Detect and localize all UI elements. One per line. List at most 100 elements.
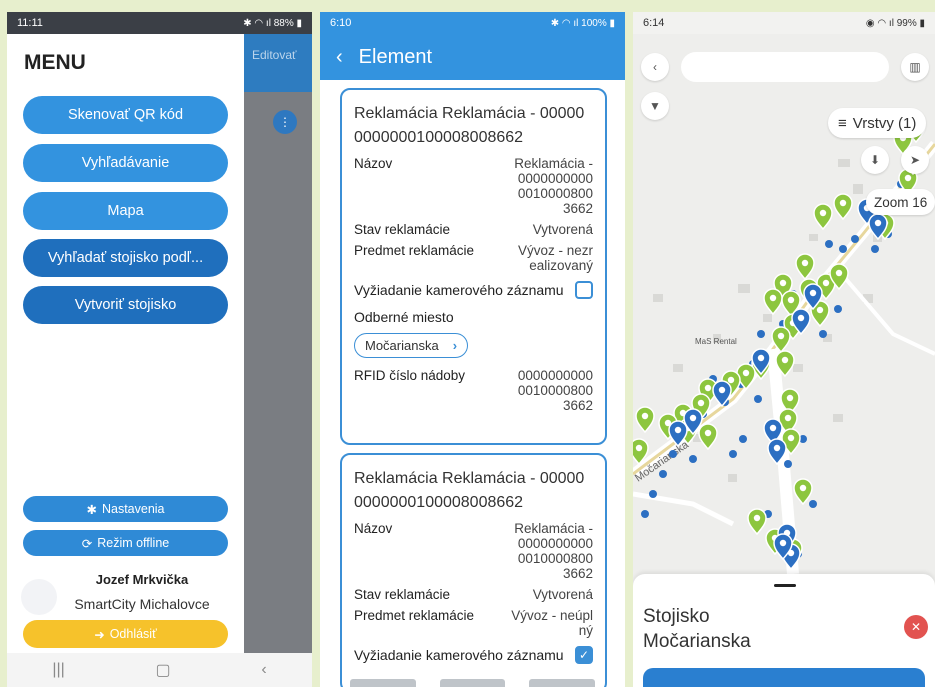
status-bar: 6:10 ✱ ◠ ıl 100% ▮ [320, 12, 625, 34]
offline-mode-button[interactable]: ⟳ Režim offline [23, 530, 228, 556]
menu-title: MENU [24, 51, 86, 74]
back-arrow-icon[interactable]: ‹ [641, 53, 669, 81]
pin-center [742, 369, 750, 377]
edit-link[interactable]: Editovať [244, 34, 312, 92]
status-time: 11:11 [17, 17, 43, 29]
gear-icon: ✱ [86, 502, 97, 517]
zoom-level-label: Zoom 16 [866, 189, 935, 215]
field-row: Názov Reklamácia - 000000000000100008003… [354, 156, 593, 216]
pin-center [641, 412, 649, 420]
camera-record-checkbox-checked[interactable]: ✓ [575, 646, 593, 664]
settings-button[interactable]: ✱ Nastavenia [23, 496, 228, 522]
camera-record-row: Vyžiadanie kamerového záznamu [354, 281, 593, 299]
pin-center [816, 306, 824, 314]
background-screen-overlay[interactable]: Editovať ⋮ [244, 34, 312, 674]
refresh-icon: ⟳ [81, 536, 93, 551]
pin-center [689, 414, 697, 422]
pin-center [797, 314, 805, 322]
pin-center [704, 429, 712, 437]
more-icon[interactable]: ⋮ [273, 110, 297, 134]
status-icons: ✱ ◠ ıl 88% ▮ [243, 17, 302, 29]
pin-center [773, 444, 781, 452]
pin-center [777, 332, 785, 340]
user-name: Jozef Mrkvička [95, 572, 189, 587]
user-organization: SmartCity Michalovce [74, 596, 210, 612]
waste-bin-dot[interactable] [729, 450, 737, 458]
field-row: Stav reklamácie Vytvorená [354, 587, 593, 602]
create-stand-button[interactable]: Vytvoriť stojisko [23, 286, 228, 324]
download-icon[interactable]: ⬇ [861, 146, 889, 174]
pin-center [822, 279, 830, 287]
sheet-primary-button[interactable] [643, 668, 925, 687]
waste-bin-dot[interactable] [754, 395, 762, 403]
complaint-card[interactable]: Reklamácia Reklamácia - 0000000000001000… [340, 453, 607, 687]
map-type-icon[interactable]: ▥ [901, 53, 929, 81]
waste-bin-dot[interactable] [809, 500, 817, 508]
filter-icon[interactable]: ▼ [641, 92, 669, 120]
field-row: Názov Reklamácia - 000000000000100008003… [354, 521, 593, 581]
pin-center [697, 399, 705, 407]
recent-apps-icon[interactable]: ||| [52, 661, 64, 679]
waste-bin-dot[interactable] [689, 455, 697, 463]
waste-bin-dot[interactable] [839, 245, 847, 253]
logout-icon: ➜ [94, 627, 105, 642]
pin-center [779, 539, 787, 547]
camera-record-checkbox[interactable] [575, 281, 593, 299]
waste-bin-dot[interactable] [669, 450, 677, 458]
waste-bin-dot[interactable] [757, 330, 765, 338]
map-button[interactable]: Mapa [23, 192, 228, 230]
back-icon[interactable]: ‹ [261, 661, 266, 679]
pin-center [801, 259, 809, 267]
waste-bin-dot[interactable] [784, 460, 792, 468]
sheet-drag-handle[interactable] [774, 584, 796, 587]
search-button[interactable]: Vyhľadávanie [23, 144, 228, 182]
home-icon[interactable]: ▢ [156, 660, 171, 680]
pin-center [784, 414, 792, 422]
pin-center [704, 384, 712, 392]
map-view[interactable]: MaS Rental Močarianska ‹ ▥ ▼ ≡ Vrstvy (1… [633, 34, 935, 574]
phone-element-screen: 6:10 ✱ ◠ ıl 100% ▮ ‹ Element Reklamácia … [320, 12, 625, 687]
map-search-input[interactable] [681, 52, 889, 82]
pin-center [781, 356, 789, 364]
complaint-card[interactable]: Reklamácia Reklamácia - 0000000000001000… [340, 88, 607, 445]
pin-center [904, 174, 912, 182]
waste-bin-dot[interactable] [649, 490, 657, 498]
bottom-action[interactable] [529, 679, 596, 687]
pin-center [753, 514, 761, 522]
avatar [21, 579, 57, 615]
waste-bin-dot[interactable] [819, 330, 827, 338]
phone-map-screen: 6:14 ◉ ◠ ıl 99% ▮ MaS Rental Močarianska… [633, 12, 935, 687]
layers-button[interactable]: ≡ Vrstvy (1) [828, 108, 927, 138]
bottom-action[interactable] [439, 679, 506, 687]
field-row: Predmet reklamácie Vývoz - neúplný [354, 608, 593, 638]
status-icons: ✱ ◠ ıl 100% ▮ [550, 17, 615, 29]
close-icon[interactable]: ✕ [904, 615, 928, 639]
waste-bin-dot[interactable] [851, 235, 859, 243]
android-nav-bar: ||| ▢ ‹ [7, 653, 312, 687]
back-arrow-icon[interactable]: ‹ [336, 46, 343, 69]
waste-bin-dot[interactable] [641, 510, 649, 518]
waste-bin-dot[interactable] [871, 245, 879, 253]
pickup-place-chip[interactable]: Močarianska › [354, 333, 469, 358]
waste-bin-dot[interactable] [739, 435, 747, 443]
pin-center [727, 376, 735, 384]
waste-bin-dot[interactable] [659, 470, 667, 478]
waste-bin-dot[interactable] [825, 240, 833, 248]
pin-center [769, 424, 777, 432]
camera-record-row: Vyžiadanie kamerového záznamu ✓ [354, 646, 593, 664]
logout-button[interactable]: ➜ Odhlásiť [23, 620, 228, 648]
field-row: Predmet reklamácie Vývoz - nezrealizovan… [354, 243, 593, 273]
stand-bottom-sheet: Stojisko Močarianska ✕ [633, 574, 935, 687]
pin-center [787, 296, 795, 304]
bottom-action[interactable] [350, 679, 416, 687]
waste-bin-dot[interactable] [834, 305, 842, 313]
scan-qr-button[interactable]: Skenovať QR kód [23, 96, 228, 134]
map-place-label: MaS Rental [695, 337, 737, 346]
card-title: Reklamácia Reklamácia - 0000000000001000… [354, 105, 585, 146]
pin-center [779, 279, 787, 287]
find-stand-button[interactable]: Vyhľadať stojisko podľ... [23, 239, 228, 277]
pin-center [769, 294, 777, 302]
locate-icon[interactable]: ➤ [901, 146, 929, 174]
pin-center [787, 434, 795, 442]
status-time: 6:14 [643, 17, 665, 29]
